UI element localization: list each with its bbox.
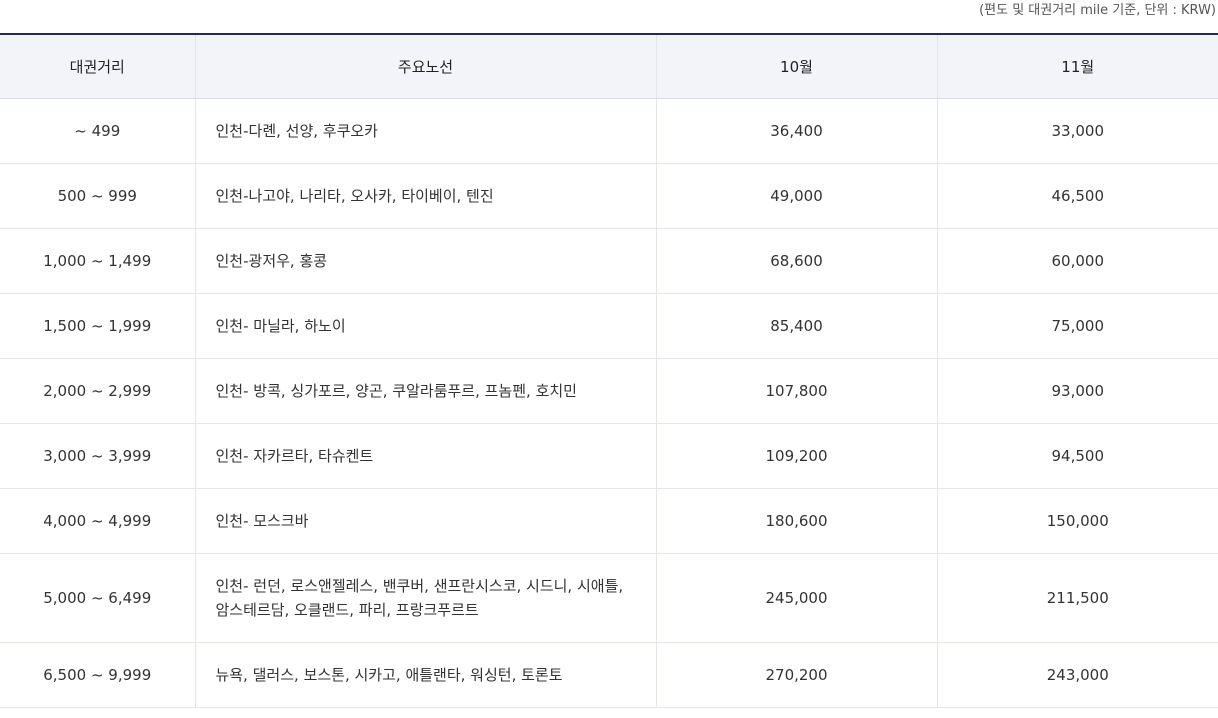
october-cell: 49,000 bbox=[655, 163, 937, 229]
routes-cell: 인천- 자카르타, 타슈켄트 bbox=[194, 423, 656, 489]
november-cell: 150,000 bbox=[936, 488, 1218, 554]
october-cell: 270,200 bbox=[655, 642, 937, 708]
table-row: 500 ~ 999 인천-나고야, 나리타, 오사카, 타이베이, 텐진 49,… bbox=[0, 163, 1218, 229]
october-cell: 245,000 bbox=[655, 553, 937, 643]
distance-cell: 3,000 ~ 3,999 bbox=[0, 423, 195, 489]
november-cell: 60,000 bbox=[936, 228, 1218, 294]
routes-cell: 인천-광저우, 홍콩 bbox=[194, 228, 656, 294]
table-row: 3,000 ~ 3,999 인천- 자카르타, 타슈켄트 109,200 94,… bbox=[0, 423, 1218, 489]
header-october: 10월 bbox=[655, 33, 937, 99]
fuel-surcharge-table: 대권거리 주요노선 10월 11월 ~ 499 인천-다롄, 선양, 후쿠오카 … bbox=[0, 33, 1218, 708]
distance-cell: 1,500 ~ 1,999 bbox=[0, 293, 195, 359]
routes-cell: 인천-다롄, 선양, 후쿠오카 bbox=[194, 98, 656, 164]
october-cell: 180,600 bbox=[655, 488, 937, 554]
october-cell: 109,200 bbox=[655, 423, 937, 489]
routes-cell: 인천-나고야, 나리타, 오사카, 타이베이, 텐진 bbox=[194, 163, 656, 229]
table-row: 5,000 ~ 6,499 인천- 런던, 로스앤젤레스, 밴쿠버, 샌프란시스… bbox=[0, 553, 1218, 643]
november-cell: 94,500 bbox=[936, 423, 1218, 489]
november-cell: 211,500 bbox=[936, 553, 1218, 643]
table-row: 2,000 ~ 2,999 인천- 방콕, 싱가포르, 양곤, 쿠알라룸푸르, … bbox=[0, 358, 1218, 424]
table-row: 1,500 ~ 1,999 인천- 마닐라, 하노이 85,400 75,000 bbox=[0, 293, 1218, 359]
distance-cell: 2,000 ~ 2,999 bbox=[0, 358, 195, 424]
table-row: 4,000 ~ 4,999 인천- 모스크바 180,600 150,000 bbox=[0, 488, 1218, 554]
header-november: 11월 bbox=[936, 33, 1218, 99]
unit-note: (편도 및 대권거리 mile 기준, 단위 : KRW) bbox=[979, 3, 1216, 18]
distance-cell: ~ 499 bbox=[0, 98, 195, 164]
november-cell: 243,000 bbox=[936, 642, 1218, 708]
routes-cell: 뉴욕, 댈러스, 보스톤, 시카고, 애틀랜타, 워싱턴, 토론토 bbox=[194, 642, 656, 708]
distance-cell: 1,000 ~ 1,499 bbox=[0, 228, 195, 294]
october-cell: 85,400 bbox=[655, 293, 937, 359]
routes-cell: 인천- 마닐라, 하노이 bbox=[194, 293, 656, 359]
october-cell: 68,600 bbox=[655, 228, 937, 294]
november-cell: 33,000 bbox=[936, 98, 1218, 164]
header-distance: 대권거리 bbox=[0, 33, 195, 99]
routes-cell: 인천- 런던, 로스앤젤레스, 밴쿠버, 샌프란시스코, 시드니, 시애틀, 암… bbox=[194, 553, 656, 643]
distance-cell: 5,000 ~ 6,499 bbox=[0, 553, 195, 643]
table-header-row: 대권거리 주요노선 10월 11월 bbox=[0, 33, 1218, 99]
routes-cell: 인천- 방콕, 싱가포르, 양곤, 쿠알라룸푸르, 프놈펜, 호치민 bbox=[194, 358, 656, 424]
table-row: 1,000 ~ 1,499 인천-광저우, 홍콩 68,600 60,000 bbox=[0, 228, 1218, 294]
october-cell: 36,400 bbox=[655, 98, 937, 164]
routes-cell: 인천- 모스크바 bbox=[194, 488, 656, 554]
distance-cell: 500 ~ 999 bbox=[0, 163, 195, 229]
november-cell: 93,000 bbox=[936, 358, 1218, 424]
table-row: ~ 499 인천-다롄, 선양, 후쿠오카 36,400 33,000 bbox=[0, 98, 1218, 164]
november-cell: 75,000 bbox=[936, 293, 1218, 359]
distance-cell: 6,500 ~ 9,999 bbox=[0, 642, 195, 708]
distance-cell: 4,000 ~ 4,999 bbox=[0, 488, 195, 554]
november-cell: 46,500 bbox=[936, 163, 1218, 229]
october-cell: 107,800 bbox=[655, 358, 937, 424]
table-row: 6,500 ~ 9,999 뉴욕, 댈러스, 보스톤, 시카고, 애틀랜타, 워… bbox=[0, 642, 1218, 708]
header-routes: 주요노선 bbox=[194, 33, 656, 99]
